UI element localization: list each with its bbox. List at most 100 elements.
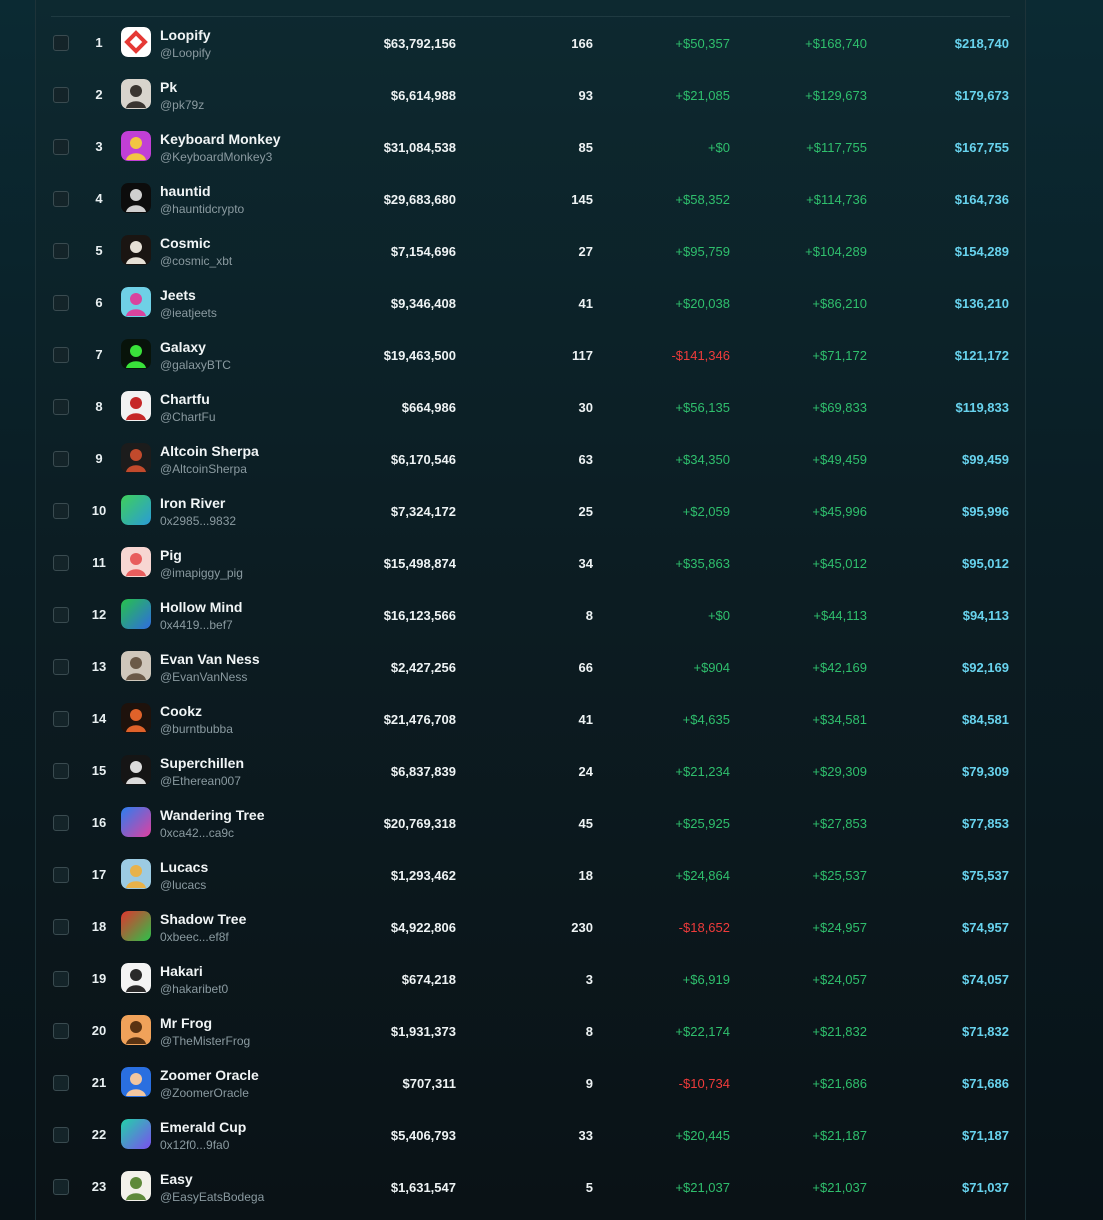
avatar[interactable] bbox=[121, 1171, 151, 1201]
trader-name[interactable]: Wandering Tree bbox=[160, 807, 265, 823]
table-row[interactable]: 23 Easy @EasyEatsBodega $1,631,547 5 +$2… bbox=[36, 1161, 1025, 1213]
row-checkbox[interactable] bbox=[53, 919, 69, 935]
avatar[interactable] bbox=[121, 183, 151, 213]
avatar[interactable] bbox=[121, 1015, 151, 1045]
avatar[interactable] bbox=[121, 339, 151, 369]
table-row[interactable]: 6 Jeets @ieatjeets $9,346,408 41 +$20,03… bbox=[36, 277, 1025, 329]
trader-handle[interactable]: @burntbubba bbox=[160, 722, 233, 736]
table-row[interactable]: 11 Pig @imapiggy_pig $15,498,874 34 +$35… bbox=[36, 537, 1025, 589]
trader-name[interactable]: Jeets bbox=[160, 287, 196, 303]
row-checkbox[interactable] bbox=[53, 243, 69, 259]
avatar[interactable] bbox=[121, 703, 151, 733]
trader-name[interactable]: Keyboard Monkey bbox=[160, 131, 281, 147]
row-checkbox[interactable] bbox=[53, 659, 69, 675]
table-row[interactable]: 10 Iron River 0x2985...9832 $7,324,172 2… bbox=[36, 485, 1025, 537]
table-row[interactable]: 14 Cookz @burntbubba $21,476,708 41 +$4,… bbox=[36, 693, 1025, 745]
trader-name[interactable]: Hollow Mind bbox=[160, 599, 242, 615]
avatar[interactable] bbox=[121, 131, 151, 161]
trader-name[interactable]: Lucacs bbox=[160, 859, 208, 875]
table-row[interactable]: 22 Emerald Cup 0x12f0...9fa0 $5,406,793 … bbox=[36, 1109, 1025, 1161]
avatar[interactable] bbox=[121, 1067, 151, 1097]
avatar[interactable] bbox=[121, 27, 151, 57]
table-row[interactable]: 15 Superchillen @Etherean007 $6,837,839 … bbox=[36, 745, 1025, 797]
trader-name[interactable]: Pk bbox=[160, 79, 177, 95]
trader-name[interactable]: Cosmic bbox=[160, 235, 211, 251]
table-row[interactable]: 20 Mr Frog @TheMisterFrog $1,931,373 8 +… bbox=[36, 1005, 1025, 1057]
row-checkbox[interactable] bbox=[53, 295, 69, 311]
trader-handle[interactable]: @KeyboardMonkey3 bbox=[160, 150, 272, 164]
row-checkbox[interactable] bbox=[53, 503, 69, 519]
table-row[interactable]: 8 Chartfu @ChartFu $664,986 30 +$56,135 … bbox=[36, 381, 1025, 433]
trader-handle[interactable]: @hauntidcrypto bbox=[160, 202, 244, 216]
trader-name[interactable]: Emerald Cup bbox=[160, 1119, 246, 1135]
row-checkbox[interactable] bbox=[53, 555, 69, 571]
trader-name[interactable]: Loopify bbox=[160, 27, 211, 43]
avatar[interactable] bbox=[121, 755, 151, 785]
row-checkbox[interactable] bbox=[53, 711, 69, 727]
avatar[interactable] bbox=[121, 911, 151, 941]
table-row[interactable]: 17 Lucacs @lucacs $1,293,462 18 +$24,864… bbox=[36, 849, 1025, 901]
row-checkbox[interactable] bbox=[53, 35, 69, 51]
avatar[interactable] bbox=[121, 1119, 151, 1149]
trader-name[interactable]: Easy bbox=[160, 1171, 193, 1187]
row-checkbox[interactable] bbox=[53, 1023, 69, 1039]
trader-handle[interactable]: @AltcoinSherpa bbox=[160, 462, 247, 476]
avatar[interactable] bbox=[121, 963, 151, 993]
row-checkbox[interactable] bbox=[53, 815, 69, 831]
row-checkbox[interactable] bbox=[53, 867, 69, 883]
trader-name[interactable]: Chartfu bbox=[160, 391, 210, 407]
trader-name[interactable]: Evan Van Ness bbox=[160, 651, 260, 667]
trader-handle[interactable]: @lucacs bbox=[160, 878, 206, 892]
avatar[interactable] bbox=[121, 547, 151, 577]
row-checkbox[interactable] bbox=[53, 1075, 69, 1091]
avatar[interactable] bbox=[121, 391, 151, 421]
trader-handle[interactable]: @galaxyBTC bbox=[160, 358, 231, 372]
avatar[interactable] bbox=[121, 651, 151, 681]
row-checkbox[interactable] bbox=[53, 763, 69, 779]
avatar[interactable] bbox=[121, 79, 151, 109]
trader-handle[interactable]: @cosmic_xbt bbox=[160, 254, 232, 268]
row-checkbox[interactable] bbox=[53, 191, 69, 207]
trader-name[interactable]: Zoomer Oracle bbox=[160, 1067, 259, 1083]
trader-name[interactable]: Iron River bbox=[160, 495, 225, 511]
table-row[interactable]: 4 hauntid @hauntidcrypto $29,683,680 145… bbox=[36, 173, 1025, 225]
table-row[interactable]: 21 Zoomer Oracle @ZoomerOracle $707,311 … bbox=[36, 1057, 1025, 1109]
table-row[interactable]: 13 Evan Van Ness @EvanVanNess $2,427,256… bbox=[36, 641, 1025, 693]
trader-handle[interactable]: @EasyEatsBodega bbox=[160, 1190, 264, 1204]
table-row[interactable]: 5 Cosmic @cosmic_xbt $7,154,696 27 +$95,… bbox=[36, 225, 1025, 277]
trader-name[interactable]: Superchillen bbox=[160, 755, 244, 771]
row-checkbox[interactable] bbox=[53, 347, 69, 363]
trader-handle[interactable]: @EvanVanNess bbox=[160, 670, 247, 684]
trader-name[interactable]: Mr Frog bbox=[160, 1015, 212, 1031]
table-row[interactable]: 3 Keyboard Monkey @KeyboardMonkey3 $31,0… bbox=[36, 121, 1025, 173]
avatar[interactable] bbox=[121, 287, 151, 317]
row-checkbox[interactable] bbox=[53, 451, 69, 467]
row-checkbox[interactable] bbox=[53, 607, 69, 623]
trader-name[interactable]: Cookz bbox=[160, 703, 202, 719]
trader-name[interactable]: Altcoin Sherpa bbox=[160, 443, 259, 459]
table-row[interactable]: 1 Loopify @Loopify $63,792,156 166 +$50,… bbox=[36, 17, 1025, 69]
trader-handle[interactable]: @pk79z bbox=[160, 98, 204, 112]
table-row[interactable]: 9 Altcoin Sherpa @AltcoinSherpa $6,170,5… bbox=[36, 433, 1025, 485]
trader-handle[interactable]: 0x2985...9832 bbox=[160, 514, 236, 528]
table-row[interactable]: 16 Wandering Tree 0xca42...ca9c $20,769,… bbox=[36, 797, 1025, 849]
trader-handle[interactable]: 0xbeec...ef8f bbox=[160, 930, 229, 944]
row-checkbox[interactable] bbox=[53, 87, 69, 103]
trader-name[interactable]: hauntid bbox=[160, 183, 211, 199]
trader-name[interactable]: Shadow Tree bbox=[160, 911, 246, 927]
row-checkbox[interactable] bbox=[53, 1179, 69, 1195]
avatar[interactable] bbox=[121, 599, 151, 629]
table-row[interactable]: 2 Pk @pk79z $6,614,988 93 +$21,085 +$129… bbox=[36, 69, 1025, 121]
table-row[interactable]: 19 Hakari @hakaribet0 $674,218 3 +$6,919… bbox=[36, 953, 1025, 1005]
trader-handle[interactable]: @ChartFu bbox=[160, 410, 216, 424]
avatar[interactable] bbox=[121, 859, 151, 889]
avatar[interactable] bbox=[121, 235, 151, 265]
trader-name[interactable]: Pig bbox=[160, 547, 182, 563]
avatar[interactable] bbox=[121, 807, 151, 837]
table-row[interactable]: 18 Shadow Tree 0xbeec...ef8f $4,922,806 … bbox=[36, 901, 1025, 953]
avatar[interactable] bbox=[121, 495, 151, 525]
trader-handle[interactable]: 0x12f0...9fa0 bbox=[160, 1138, 229, 1152]
trader-handle[interactable]: 0xca42...ca9c bbox=[160, 826, 234, 840]
table-row[interactable]: 7 Galaxy @galaxyBTC $19,463,500 117 -$14… bbox=[36, 329, 1025, 381]
table-row[interactable]: 12 Hollow Mind 0x4419...bef7 $16,123,566… bbox=[36, 589, 1025, 641]
